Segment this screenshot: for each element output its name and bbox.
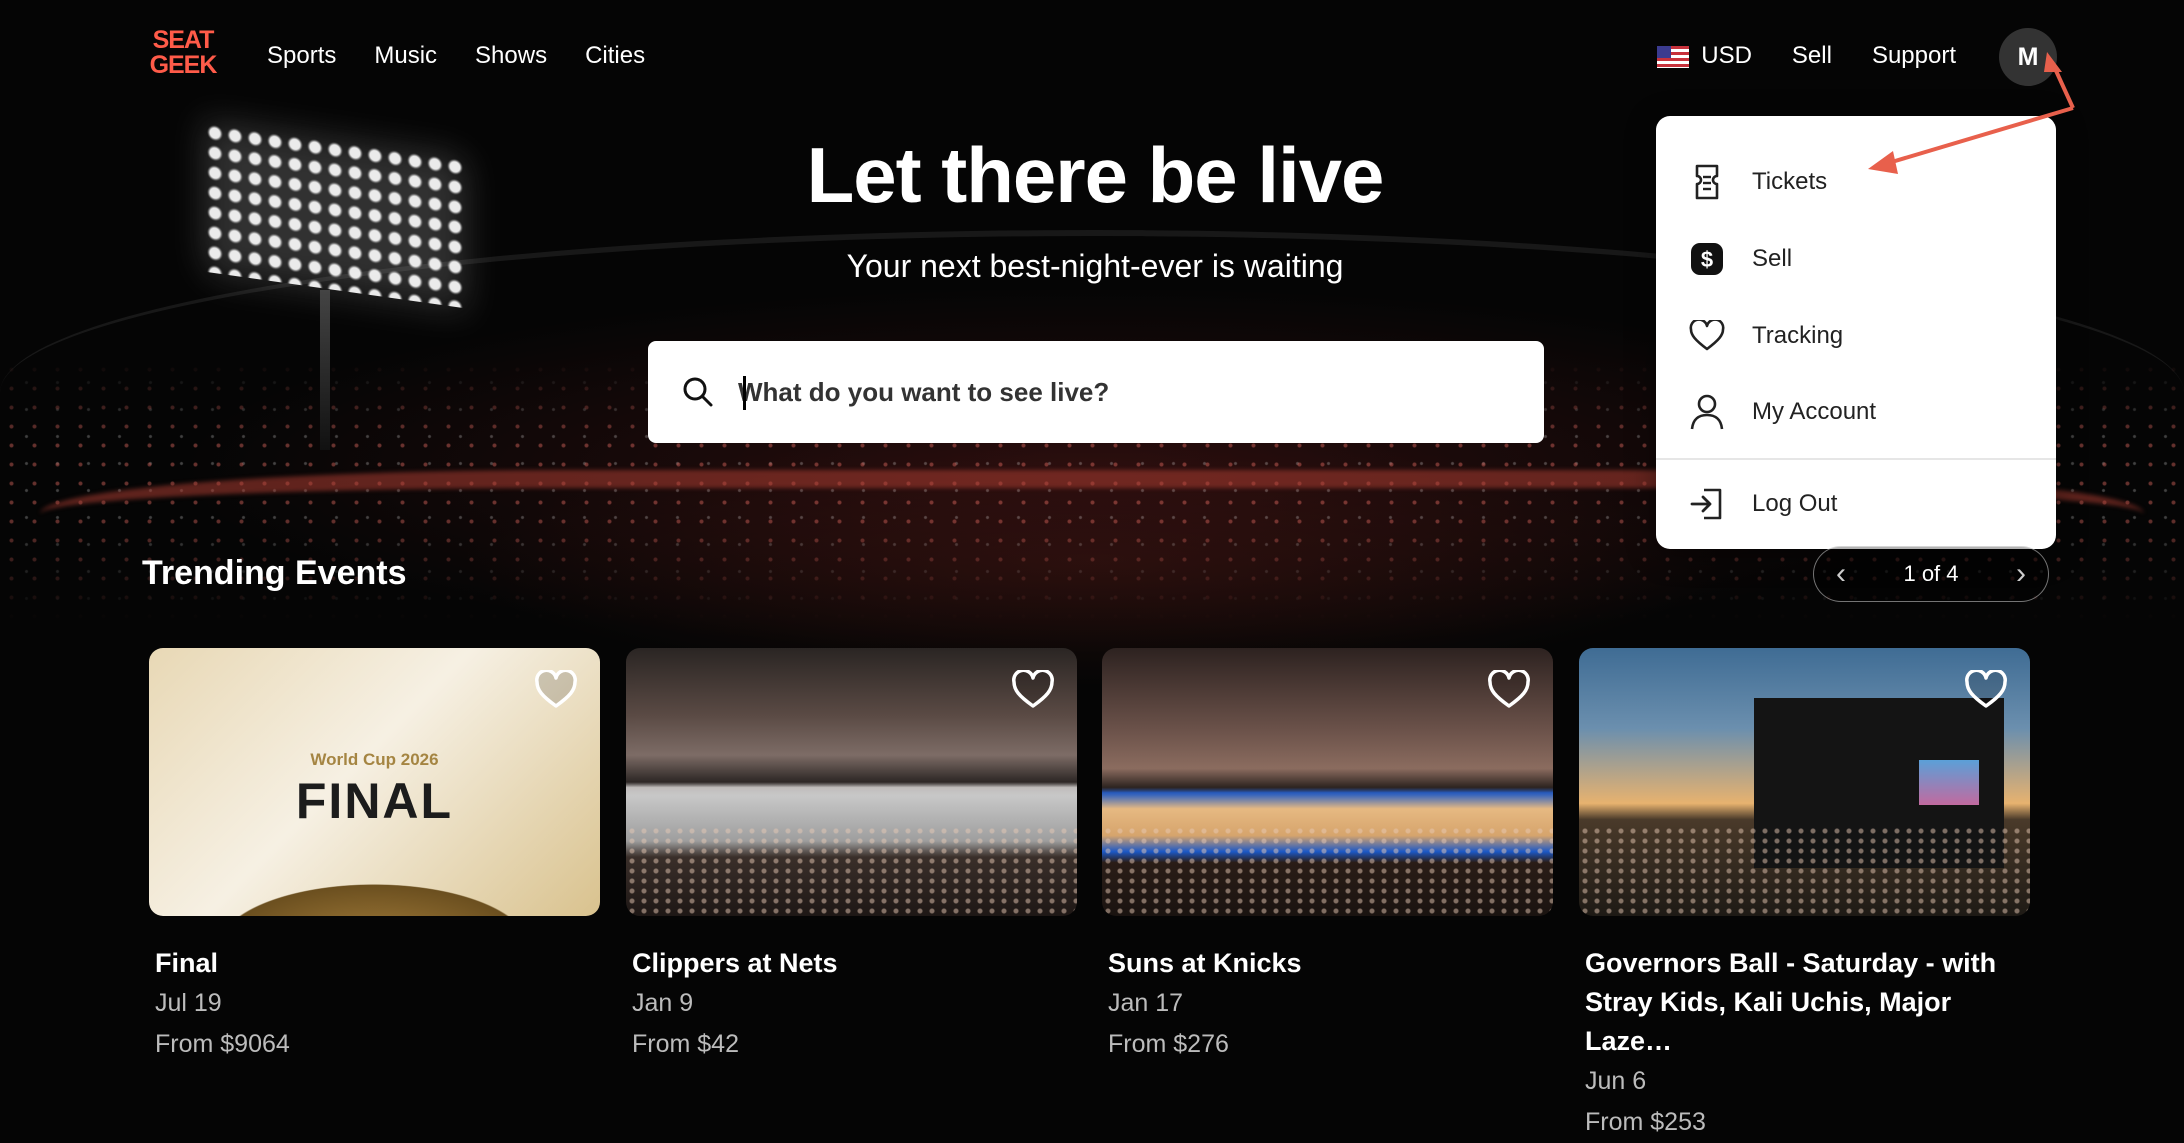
event-price: From $276 (1108, 1030, 1229, 1058)
search-input[interactable] (736, 375, 1520, 409)
event-title[interactable]: Suns at Knicks (1108, 944, 1548, 983)
event-date: Jan 9 (632, 989, 694, 1017)
menu-item-tickets[interactable]: Tickets (1656, 147, 2056, 217)
event-image (1102, 648, 1553, 916)
menu-item-label: Tickets (1752, 168, 1828, 195)
trending-events-title: Trending Events (142, 554, 407, 592)
event-title[interactable]: Final (155, 944, 595, 983)
ticket-icon (1688, 163, 1726, 201)
menu-divider (1656, 458, 2056, 460)
nav-sports[interactable]: Sports (267, 42, 336, 70)
main-nav: Sports Music Shows Cities (267, 42, 645, 70)
event-title[interactable]: Governors Ball - Saturday - with Stray K… (1585, 944, 2025, 1061)
menu-item-sell[interactable]: $ Sell (1656, 224, 2056, 294)
event-image-subtitle: World Cup 2026 (310, 750, 439, 769)
menu-item-my-account[interactable]: My Account (1656, 377, 2056, 447)
nav-shows[interactable]: Shows (475, 42, 547, 70)
event-date: Jan 17 (1108, 989, 1184, 1017)
crowd-texture (1579, 826, 2030, 916)
chevron-left-icon[interactable]: ‹ (1836, 557, 1846, 591)
trending-pager: ‹ 1 of 4 › (1813, 546, 2049, 602)
event-image (1579, 648, 2030, 916)
heart-icon[interactable] (1487, 670, 1531, 710)
dollar-icon: $ (1688, 240, 1726, 278)
event-card[interactable]: Governors Ball - Saturday - with Stray K… (1579, 648, 2030, 1143)
menu-item-log-out[interactable]: Log Out (1656, 469, 2056, 539)
event-price: From $253 (1585, 1108, 1706, 1136)
chevron-right-icon[interactable]: › (2016, 557, 2026, 591)
menu-item-tracking[interactable]: Tracking (1656, 301, 2056, 371)
user-icon (1688, 393, 1726, 431)
heart-icon[interactable] (1011, 670, 1055, 710)
account-avatar-button[interactable]: M (1999, 28, 2057, 86)
event-date: Jul 19 (155, 989, 222, 1017)
event-card[interactable]: Clippers at Nets Jan 9 From $42 (626, 648, 1077, 1065)
currency-label: USD (1701, 42, 1752, 69)
heart-icon[interactable] (1964, 670, 2008, 710)
crowd-texture (1102, 826, 1553, 916)
us-flag-icon (1657, 45, 1690, 68)
menu-item-label: Tracking (1752, 322, 1844, 349)
svg-text:$: $ (1701, 247, 1713, 272)
menu-item-label: Log Out (1752, 490, 1838, 517)
event-price: From $9064 (155, 1030, 290, 1058)
pager-label: 1 of 4 (1903, 561, 1959, 586)
event-image (626, 648, 1077, 916)
seatgeek-logo[interactable]: SEAT GEEK (145, 28, 221, 84)
crowd-texture (626, 826, 1077, 916)
text-caret (743, 376, 746, 410)
currency-selector[interactable]: USD (1657, 42, 1752, 70)
nav-sell[interactable]: Sell (1792, 42, 1832, 70)
event-card[interactable]: World Cup 2026 FINAL Final Jul 19 From $… (149, 648, 600, 1065)
account-dropdown-menu: Tickets $ Sell Tracking My Account Log O… (1656, 116, 2056, 549)
floodlight-tower (320, 290, 330, 450)
heart-icon[interactable] (534, 670, 578, 710)
event-card[interactable]: Suns at Knicks Jan 17 From $276 (1102, 648, 1553, 1065)
nav-music[interactable]: Music (374, 42, 437, 70)
menu-item-label: My Account (1752, 398, 1877, 425)
search-icon (683, 377, 713, 407)
menu-item-label: Sell (1752, 245, 1793, 272)
stage-screen (1919, 760, 1979, 805)
event-image: World Cup 2026 FINAL (149, 648, 600, 916)
nav-support[interactable]: Support (1872, 42, 1956, 70)
event-date: Jun 6 (1585, 1067, 1647, 1095)
event-price: From $42 (632, 1030, 739, 1058)
logout-icon (1688, 485, 1726, 523)
event-image-title: FINAL (295, 773, 454, 829)
search-bar[interactable] (648, 341, 1544, 443)
right-nav: USD Sell Support (1657, 42, 1956, 70)
heart-icon (1688, 317, 1726, 355)
event-title[interactable]: Clippers at Nets (632, 944, 1072, 983)
nav-cities[interactable]: Cities (585, 42, 645, 70)
